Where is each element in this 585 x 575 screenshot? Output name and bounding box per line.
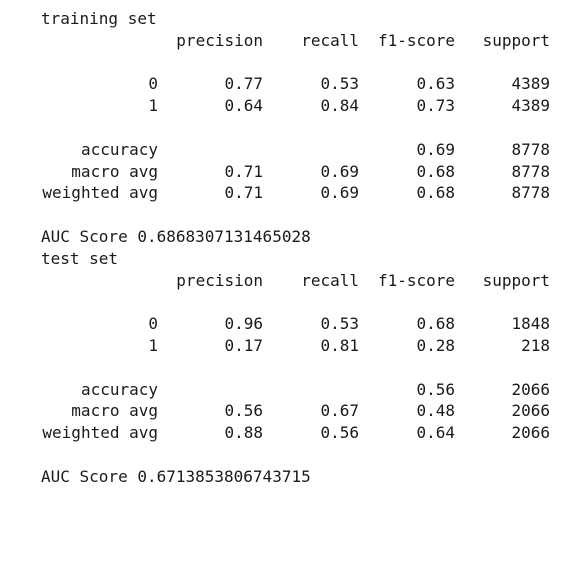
row-precision: 0.77: [224, 74, 263, 94]
row-f1: 0.28: [416, 335, 455, 355]
auc-score: AUC Score 0.6868307131465028: [41, 226, 311, 246]
weighted-support: 2066: [511, 423, 550, 443]
class-row: 1 0.64 0.84 0.73 4389: [41, 95, 561, 117]
auc-line: AUC Score 0.6868307131465028: [41, 226, 561, 248]
row-f1: 0.63: [416, 74, 455, 94]
header-support: support: [482, 270, 550, 290]
row-recall: 0.81: [320, 335, 359, 355]
training-set-title: training set: [41, 9, 157, 28]
auc-line: AUC Score 0.6713853806743715: [41, 466, 561, 488]
accuracy-row: accuracy 0.56 2066: [41, 379, 561, 401]
macro-precision: 0.56: [224, 401, 263, 421]
header-support: support: [482, 30, 550, 50]
macro-support: 8778: [511, 161, 550, 181]
row-precision: 0.17: [224, 335, 263, 355]
section-title: training set: [41, 8, 561, 30]
macro-avg-row: macro avg 0.56 0.67 0.48 2066: [41, 400, 561, 422]
weighted-precision: 0.71: [224, 183, 263, 203]
weighted-precision: 0.88: [224, 423, 263, 443]
row-label: 0: [148, 314, 158, 334]
header-recall: recall: [301, 270, 359, 290]
weighted-label: weighted avg: [42, 183, 158, 203]
class-row: 0 0.96 0.53 0.68 1848: [41, 313, 561, 335]
row-precision: 0.96: [224, 314, 263, 334]
accuracy-f1: 0.56: [416, 379, 455, 399]
row-precision: 0.64: [224, 96, 263, 116]
weighted-avg-row: weighted avg 0.88 0.56 0.64 2066: [41, 422, 561, 444]
header-recall: recall: [301, 30, 359, 50]
class-row: 0 0.77 0.53 0.63 4389: [41, 73, 561, 95]
row-recall: 0.84: [320, 96, 359, 116]
header-f1: f1-score: [377, 270, 455, 290]
macro-support: 2066: [511, 401, 550, 421]
header-row: precision recall f1-score support: [41, 270, 561, 292]
weighted-f1: 0.68: [416, 183, 455, 203]
accuracy-label: accuracy: [80, 139, 158, 159]
class-row: 1 0.17 0.81 0.28 218: [41, 335, 561, 357]
macro-recall: 0.67: [320, 401, 359, 421]
accuracy-label: accuracy: [80, 379, 158, 399]
macro-avg-row: macro avg 0.71 0.69 0.68 8778: [41, 161, 561, 183]
notebook-output: training set precision recall f1-score s…: [41, 8, 561, 488]
accuracy-f1: 0.69: [416, 139, 455, 159]
macro-f1: 0.68: [416, 161, 455, 181]
row-f1: 0.73: [416, 96, 455, 116]
row-recall: 0.53: [320, 314, 359, 334]
row-support: 1848: [511, 314, 550, 334]
row-label: 1: [148, 96, 158, 116]
row-label: 1: [148, 335, 158, 355]
row-label: 0: [148, 74, 158, 94]
row-support: 218: [521, 335, 550, 355]
weighted-f1: 0.64: [416, 423, 455, 443]
macro-precision: 0.71: [224, 161, 263, 181]
row-recall: 0.53: [320, 74, 359, 94]
header-precision: precision: [176, 30, 263, 50]
macro-recall: 0.69: [320, 161, 359, 181]
weighted-recall: 0.69: [320, 183, 359, 203]
auc-score: AUC Score 0.6713853806743715: [41, 466, 311, 486]
accuracy-support: 8778: [511, 139, 550, 159]
weighted-support: 8778: [511, 183, 550, 203]
accuracy-row: accuracy 0.69 8778: [41, 139, 561, 161]
weighted-avg-row: weighted avg 0.71 0.69 0.68 8778: [41, 182, 561, 204]
section-title: test set: [41, 248, 561, 270]
macro-label: macro avg: [71, 161, 158, 181]
accuracy-support: 2066: [511, 379, 550, 399]
header-precision: precision: [176, 270, 263, 290]
row-support: 4389: [511, 96, 550, 116]
test-set-title: test set: [41, 248, 119, 268]
header-row: precision recall f1-score support: [41, 30, 561, 52]
row-support: 4389: [511, 74, 550, 94]
weighted-recall: 0.56: [320, 423, 359, 443]
macro-f1: 0.48: [416, 401, 455, 421]
macro-label: macro avg: [71, 401, 158, 421]
weighted-label: weighted avg: [42, 423, 158, 443]
header-f1: f1-score: [377, 30, 455, 50]
row-f1: 0.68: [416, 314, 455, 334]
